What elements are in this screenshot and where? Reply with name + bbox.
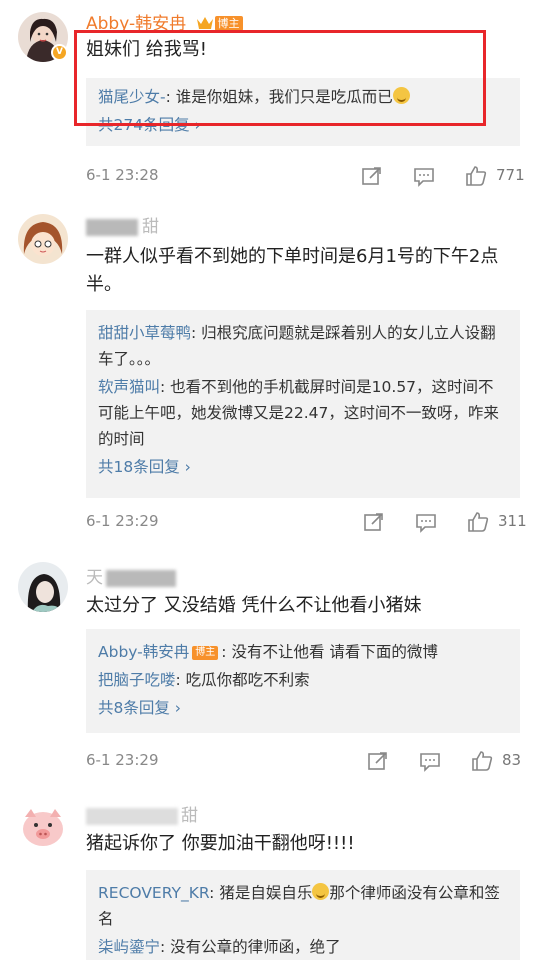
comment-text: 猪起诉你了 你要加油干翻他呀!!!! [86,833,355,854]
reply-author[interactable]: 甜甜小草莓鸭 [98,324,191,342]
like-count: 771 [496,166,525,184]
blurred-username [86,218,138,236]
reply-text: 没有公章的律师函，绝了 [170,938,341,956]
like-icon[interactable] [466,510,490,534]
username-text: 甜 [181,806,198,826]
comment-text: 一群人似乎看不到她的下单时间是6月1号的下午2点半。 [86,246,499,295]
reply-item[interactable]: 软声猫叫: 也看不到他的手机截屏时间是10.57，这时间不可能上午吧，她发微博又… [98,374,508,452]
avatar[interactable] [18,801,68,851]
reply-author[interactable]: 柒屿鎏宁 [98,938,160,956]
username[interactable]: 甜 [86,212,159,237]
blogger-badge: 博主 [192,646,219,660]
username[interactable]: 甜 [86,801,198,826]
reply-box[interactable]: RECOVERY_KR: 猪是自娱自乐 那个律师函没有公章和签名 柒屿鎏宁: 没有… [86,870,520,960]
verified-badge-icon: V [51,44,68,61]
timestamp: 6-1 23:29 [86,751,159,769]
reply-box[interactable]: Abby-韩安冉 博主: 没有不让他看 请看下面的微博 把脑子吃喽: 吃瓜你都吃不… [86,629,520,733]
like-count: 311 [498,512,527,530]
comment-icon[interactable] [414,510,438,534]
reply-text: 猪是自娱自乐 [219,884,313,902]
reply-item[interactable]: 柒屿鎏宁: 没有公章的律师函，绝了 [98,934,508,960]
timestamp: 6-1 23:28 [86,166,159,184]
reply-text: 吃瓜你都吃不利索 [185,671,310,689]
reply-author[interactable]: RECOVERY_KR [98,884,209,902]
comment-meta: 6-1 23:29 83 [86,749,522,773]
like-icon[interactable] [470,749,494,773]
reply-item[interactable]: 甜甜小草莓鸭: 归根究底问题就是踩着别人的女儿立人设翻车了。。。 [98,320,508,372]
reply-author[interactable]: 把脑子吃喽 [98,671,176,689]
avatar[interactable] [18,562,68,612]
crown-icon [196,17,213,29]
reply-box[interactable]: 甜甜小草莓鸭: 归根究底问题就是踩着别人的女儿立人设翻车了。。。 软声猫叫: 也… [86,310,520,498]
like-count: 83 [502,751,522,769]
comment-icon[interactable] [412,164,436,188]
comment-meta: 6-1 23:28 771 [86,164,525,188]
comment-meta: 6-1 23:29 311 [86,510,527,534]
timestamp: 6-1 23:29 [86,512,159,530]
repost-icon[interactable] [360,164,384,188]
repost-icon[interactable] [362,510,386,534]
view-more-replies-link[interactable]: 共8条回复 › [98,695,508,721]
reply-author[interactable]: 软声猫叫 [98,378,160,396]
laugh-emoji-icon [312,883,330,900]
repost-icon[interactable] [366,749,390,773]
view-more-replies-link[interactable]: 共18条回复 › [98,454,508,480]
reply-item[interactable]: Abby-韩安冉 博主: 没有不让他看 请看下面的微博 [98,639,508,665]
reply-item[interactable]: 把脑子吃喽: 吃瓜你都吃不利索 [98,667,508,693]
username[interactable]: 天 [86,563,176,588]
avatar[interactable] [18,214,68,264]
blurred-username [86,807,178,825]
comment-text: 太过分了 又没结婚 凭什么不让他看小猪妹 [86,595,422,616]
reply-item[interactable]: RECOVERY_KR: 猪是自娱自乐 那个律师函没有公章和签名 [98,880,508,932]
reply-author[interactable]: Abby-韩安冉 [98,643,189,661]
blogger-badge: 博主 [214,16,243,31]
username-text: 甜 [142,217,159,237]
username-text: 天 [86,568,103,588]
comment-icon[interactable] [418,749,442,773]
red-highlight-box [74,30,486,126]
reply-text: 没有不让他看 请看下面的微博 [231,643,438,661]
blurred-username [106,569,176,587]
like-icon[interactable] [464,164,488,188]
